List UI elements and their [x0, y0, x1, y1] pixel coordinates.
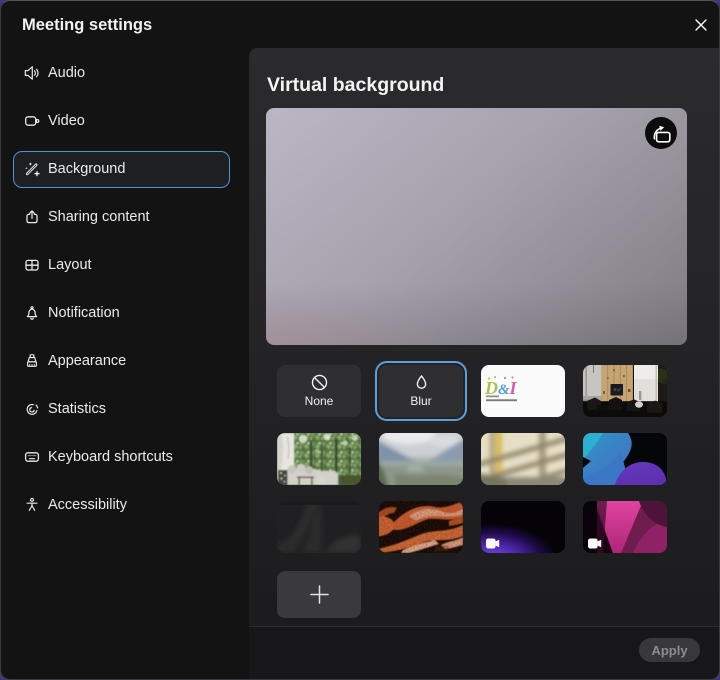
svg-text:&: &	[498, 382, 510, 398]
svg-text:D: D	[484, 378, 498, 398]
svg-text:I: I	[509, 378, 518, 398]
